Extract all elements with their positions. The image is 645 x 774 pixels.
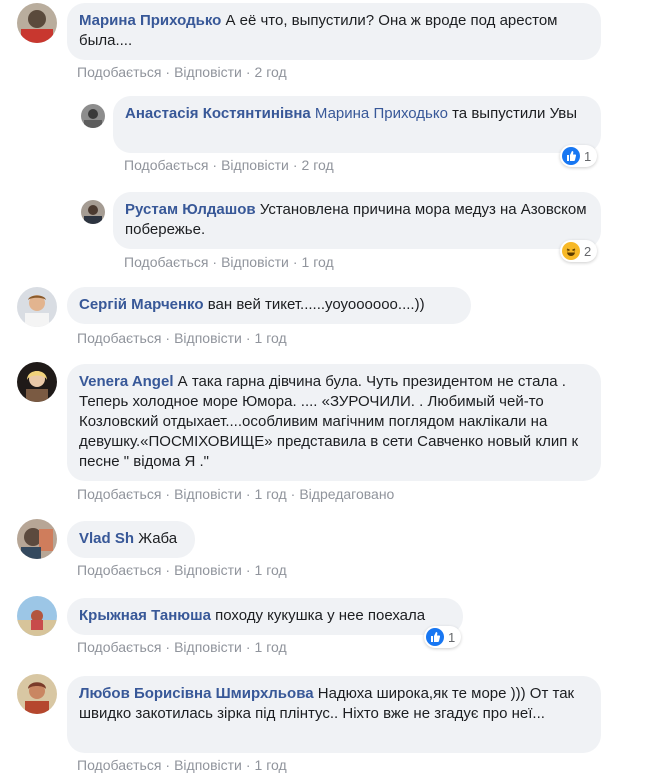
separator: · [165,486,171,502]
comment-bubble: Рустам Юлдашов Установлена причина мора … [113,192,601,249]
separator: · [212,157,218,173]
reply-link[interactable]: Відповісти [174,562,242,578]
comment-bubble: Марина Приходько А её что, выпустили? Он… [67,3,601,60]
reaction-number: 1 [448,629,456,645]
avatar[interactable] [17,674,57,714]
like-link[interactable]: Подобається [124,157,208,173]
separator: · [165,330,171,346]
haha-reaction-icon [562,242,580,260]
timestamp[interactable]: 1 год [255,330,287,346]
comment-author[interactable]: Сергій Марченко [79,296,204,313]
comment-bubble: Любов Борисівна Шмирхльова Надюха широка… [67,676,601,753]
separator: · [245,562,251,578]
reply-link[interactable]: Відповісти [174,64,242,80]
timestamp[interactable]: 2 год [302,157,334,173]
reply-link[interactable]: Відповісти [174,330,242,346]
comment-bubble: Venera Angel А така гарна дівчина була. … [67,364,601,481]
timestamp[interactable]: 1 год [255,639,287,655]
like-reaction-icon [426,628,444,646]
timestamp[interactable]: 1 год [255,757,287,773]
timestamp[interactable]: 1 год [302,254,334,270]
like-link[interactable]: Подобається [77,64,161,80]
comment-author[interactable]: Крыжная Танюша [79,607,211,624]
like-link[interactable]: Подобається [77,639,161,655]
comment-bubble: Vlad Sh Жаба [67,521,195,558]
reply-link[interactable]: Відповісти [221,254,289,270]
comment-bubble: Сергій Марченко ван вей тикет......уоуоо… [67,287,471,324]
comment-actions: Подобається · Відповісти · 2 год [77,64,287,80]
avatar[interactable] [17,519,57,559]
comment-actions: Подобається · Відповісти · 1 год · Відредагова… [77,486,394,502]
comment-actions: Подобається · Відповісти · 1 год [124,254,334,270]
comment-actions: Подобається · Відповісти · 1 год [77,757,287,773]
avatar[interactable] [81,104,105,128]
timestamp[interactable]: 1 год [255,486,287,502]
comment-author[interactable]: Venera Angel [79,373,173,390]
mention-link[interactable]: Марина Приходько [315,105,448,122]
separator: · [245,757,251,773]
separator: · [292,254,298,270]
like-link[interactable]: Подобається [77,486,161,502]
like-link[interactable]: Подобається [77,330,161,346]
comment-text: походу кукушка у нее поехала [215,607,426,624]
edited-label[interactable]: Відредаговано [299,486,394,502]
comment-bubble: Крыжная Танюша походу кукушка у нее поех… [67,598,463,635]
reaction-number: 1 [584,148,592,164]
comment-author[interactable]: Vlad Sh [79,530,134,547]
reply-link[interactable]: Відповісти [174,639,242,655]
comment-author[interactable]: Анастасія Костянтинівна [125,105,311,122]
separator: · [165,64,171,80]
comment-author[interactable]: Марина Приходько [79,12,221,29]
reaction-count[interactable]: 1 [560,145,598,167]
separator: · [245,639,251,655]
separator: · [212,254,218,270]
reaction-number: 2 [584,243,592,259]
comment-actions: Подобається · Відповісти · 1 год [77,330,287,346]
reaction-count[interactable]: 1 [424,626,462,648]
comment-text: та выпустили Увы [452,105,578,122]
comment-text: ван вей тикет......уоуоооооо....)) [207,296,425,313]
reply-link[interactable]: Відповісти [221,157,289,173]
timestamp[interactable]: 2 год [255,64,287,80]
avatar[interactable] [17,3,57,43]
separator: · [245,486,251,502]
timestamp[interactable]: 1 год [255,562,287,578]
comment-author[interactable]: Рустам Юлдашов [125,201,256,218]
comment-actions: Подобається · Відповісти · 1 год [77,562,287,578]
reaction-count[interactable]: 2 [560,240,598,262]
separator: · [245,330,251,346]
separator: · [165,562,171,578]
separator: · [245,64,251,80]
separator: · [292,157,298,173]
separator: · [165,639,171,655]
avatar[interactable] [17,287,57,327]
avatar[interactable] [17,596,57,636]
comment-bubble: Анастасія Костянтинівна Марина Приходько… [113,96,601,153]
avatar[interactable] [81,200,105,224]
comment-actions: Подобається · Відповісти · 2 год [124,157,334,173]
separator: · [290,486,296,502]
comment-actions: Подобається · Відповісти · 1 год [77,639,287,655]
like-link[interactable]: Подобається [77,562,161,578]
reply-link[interactable]: Відповісти [174,757,242,773]
like-link[interactable]: Подобається [124,254,208,270]
comment-author[interactable]: Любов Борисівна Шмирхльова [79,685,314,702]
avatar[interactable] [17,362,57,402]
comment-text: Жаба [138,530,178,547]
reply-link[interactable]: Відповісти [174,486,242,502]
separator: · [165,757,171,773]
like-link[interactable]: Подобається [77,757,161,773]
like-reaction-icon [562,147,580,165]
